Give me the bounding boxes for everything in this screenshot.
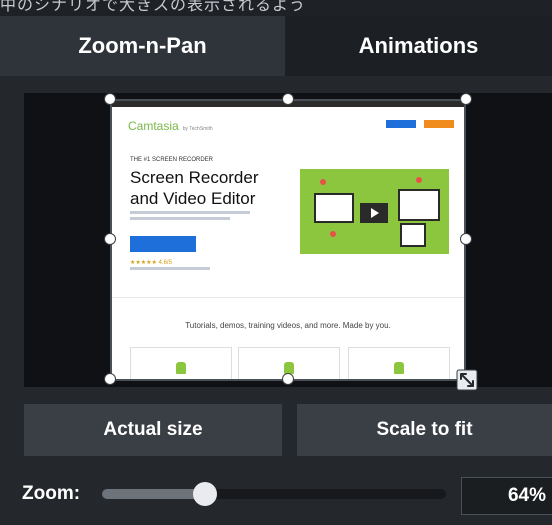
tab-zoom-n-pan[interactable]: Zoom-n-Pan [0,16,285,76]
hero-screen-small [400,223,426,247]
zoom-slider-fill [102,489,206,499]
top-partial-text: 中のシナリオで大きスの表示されるよう [0,0,307,14]
preview-kicker: THE #1 SCREEN RECORDER [130,157,214,163]
hero-heart-icon [416,177,422,183]
hero-screen-right [398,189,440,221]
preview-logo-text: Camtasia [128,119,179,133]
preview-logo: Camtasia by TechSmith [128,119,213,133]
resize-handle-top-right[interactable] [460,93,472,105]
resize-corner-icon[interactable] [456,369,478,391]
resize-handle-top-left[interactable] [104,93,116,105]
zoom-slider-thumb[interactable] [193,482,218,506]
zoom-value-field[interactable]: 64% [461,477,552,515]
preview-rating: ★★★★★ 4.6/5 [130,260,172,266]
zoom-label: Zoom: [22,483,81,504]
preview-head-icon [394,362,404,374]
preview-card-left [130,347,232,381]
resize-handle-bottom-left[interactable] [104,373,116,385]
scale-to-fit-button[interactable]: Scale to fit [297,404,552,456]
preview-rating-note [130,267,210,270]
preview-card-right [348,347,450,381]
preview-cta-button [130,236,196,252]
preview-caption: Tutorials, demos, training videos, and m… [185,321,391,330]
hero-heart-icon [330,231,336,237]
resize-handle-middle-left[interactable] [104,233,116,245]
tab-animations[interactable]: Animations [285,16,552,76]
preview-hero-image [300,169,449,254]
top-partial-text-strip: 中のシナリオで大きスの表示されるよう [0,0,552,16]
hero-play-icon [360,203,388,223]
hero-screen-left [314,193,354,223]
preview-person-icon [176,362,186,374]
preview-blue-button [386,120,416,128]
preview-divider [110,297,466,298]
preview-subtext [130,211,250,225]
resize-handle-middle-right[interactable] [460,233,472,245]
hero-heart-icon [320,179,326,185]
tab-bar: Zoom-n-Pan Animations [0,16,552,76]
resize-handle-top-middle[interactable] [282,93,294,105]
actual-size-button[interactable]: Actual size [24,404,282,456]
zoom-slider[interactable] [102,482,446,506]
zoom-preview-frame[interactable]: Camtasia by TechSmith THE #1 SCREEN RECOR… [110,99,466,381]
preview-orange-button [424,120,454,128]
preview-headline: Screen Recorder and Video Editor [130,168,259,208]
preview-logo-tag: by TechSmith [182,126,213,132]
resize-handle-bottom-middle[interactable] [282,373,294,385]
